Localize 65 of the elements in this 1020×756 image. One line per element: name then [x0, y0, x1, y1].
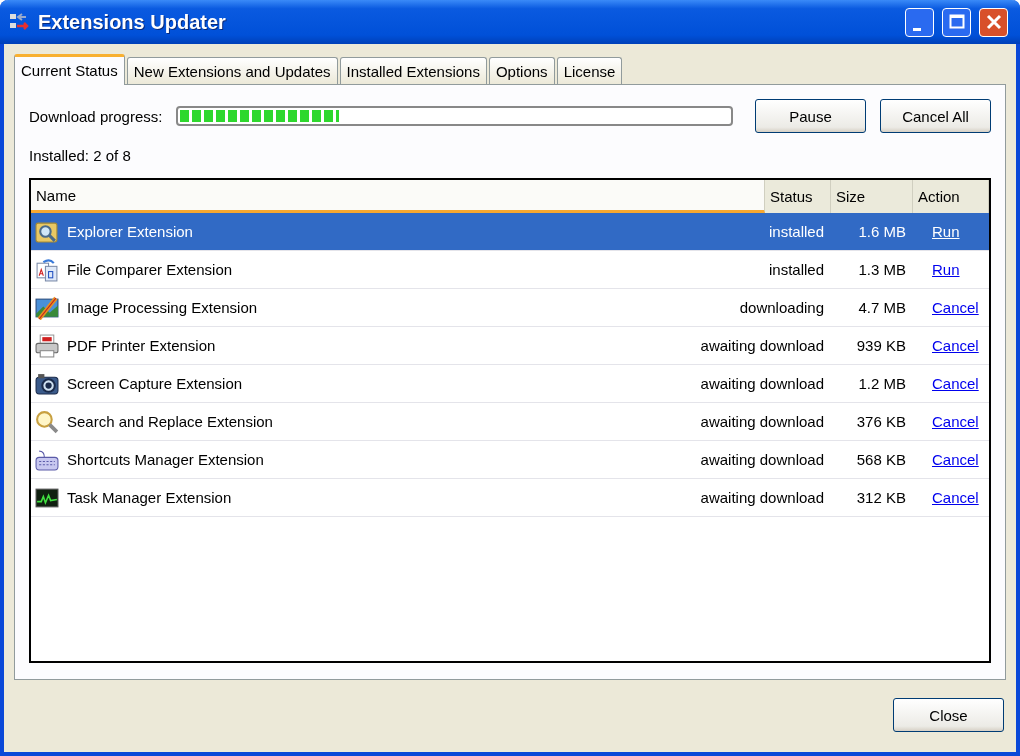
extension-name: Task Manager Extension: [67, 489, 232, 506]
folder-magnifier-icon: [35, 219, 59, 244]
magnifier-icon: [35, 409, 59, 434]
extension-name: Shortcuts Manager Extension: [67, 451, 264, 468]
size-text: 376 KB: [855, 413, 907, 430]
printer-icon: [35, 333, 59, 358]
tab[interactable]: New Extensions and Updates: [126, 57, 338, 84]
status-text: installed: [767, 261, 825, 278]
action-link[interactable]: Cancel: [932, 375, 979, 392]
size-text: 1.6 MB: [857, 223, 907, 240]
status-text: awaiting download: [699, 375, 825, 392]
tab[interactable]: Options: [488, 57, 555, 84]
extension-name: Explorer Extension: [67, 223, 193, 240]
documents-compare-icon: [35, 257, 59, 282]
table-row[interactable]: Shortcuts Manager Extension awaiting download 568 KB Cancel: [31, 441, 989, 479]
table-row[interactable]: File Comparer Extension installed 1.3 MB Run: [31, 251, 989, 289]
maximize-icon: [948, 14, 965, 30]
window-title: Extensions Updater: [38, 10, 227, 34]
action-link[interactable]: Run: [932, 223, 960, 240]
action-link[interactable]: Cancel: [932, 451, 979, 468]
maximize-button[interactable]: [942, 7, 971, 37]
installed-count: Installed: 2 of 8: [29, 147, 132, 164]
action-link[interactable]: Cancel: [932, 299, 979, 316]
tab[interactable]: Current Status: [14, 54, 125, 85]
minimize-icon: [912, 27, 921, 31]
extension-name: Search and Replace Extension: [67, 413, 273, 430]
pause-button[interactable]: Pause: [755, 99, 866, 133]
size-text: 1.3 MB: [857, 261, 907, 278]
table-row[interactable]: Search and Replace Extension awaiting download 376 KB Cancel: [31, 403, 989, 441]
camera-icon: [35, 371, 59, 396]
table-row[interactable]: Image Processing Extension downloading 4.7 MB Cancel: [31, 289, 989, 327]
progress-label: Download progress:: [29, 107, 163, 125]
picture-pencil-icon: [35, 295, 59, 320]
tab[interactable]: License: [556, 57, 623, 84]
table-row[interactable]: PDF Printer Extension awaiting download 939 KB Cancel: [31, 327, 989, 365]
extension-name: PDF Printer Extension: [67, 337, 216, 354]
table-row[interactable]: Task Manager Extension awaiting download 312 KB Cancel: [31, 479, 989, 517]
status-text: awaiting download: [699, 451, 825, 468]
action-link[interactable]: Cancel: [932, 337, 979, 354]
extension-name: Screen Capture Extension: [67, 375, 243, 392]
tab[interactable]: Installed Extensions: [339, 57, 487, 84]
action-link[interactable]: Cancel: [932, 413, 979, 430]
status-text: awaiting download: [699, 337, 825, 354]
size-text: 4.7 MB: [857, 299, 907, 316]
size-text: 1.2 MB: [857, 375, 907, 392]
size-text: 939 KB: [855, 337, 907, 354]
activity-graph-icon: [35, 485, 59, 510]
extension-name: File Comparer Extension: [67, 261, 233, 278]
extension-name: Image Processing Extension: [67, 299, 258, 316]
status-text: installed: [767, 223, 825, 240]
column-header[interactable]: Name: [31, 180, 765, 213]
size-text: 568 KB: [855, 451, 907, 468]
close-window-button[interactable]: [979, 7, 1008, 37]
close-icon: [985, 14, 1002, 30]
action-link[interactable]: Cancel: [932, 489, 979, 506]
status-text: downloading: [738, 299, 825, 316]
status-text: awaiting download: [699, 413, 825, 430]
cancel-all-button[interactable]: Cancel All: [880, 99, 991, 133]
action-link[interactable]: Run: [932, 261, 960, 278]
table-row[interactable]: Explorer Extension installed 1.6 MB Run: [31, 213, 989, 251]
status-text: awaiting download: [699, 489, 825, 506]
size-text: 312 KB: [855, 489, 907, 506]
table-row[interactable]: Screen Capture Extension awaiting download 1.2 MB Cancel: [31, 365, 989, 403]
minimize-button[interactable]: [905, 7, 934, 37]
close-button[interactable]: Close: [893, 698, 1004, 732]
